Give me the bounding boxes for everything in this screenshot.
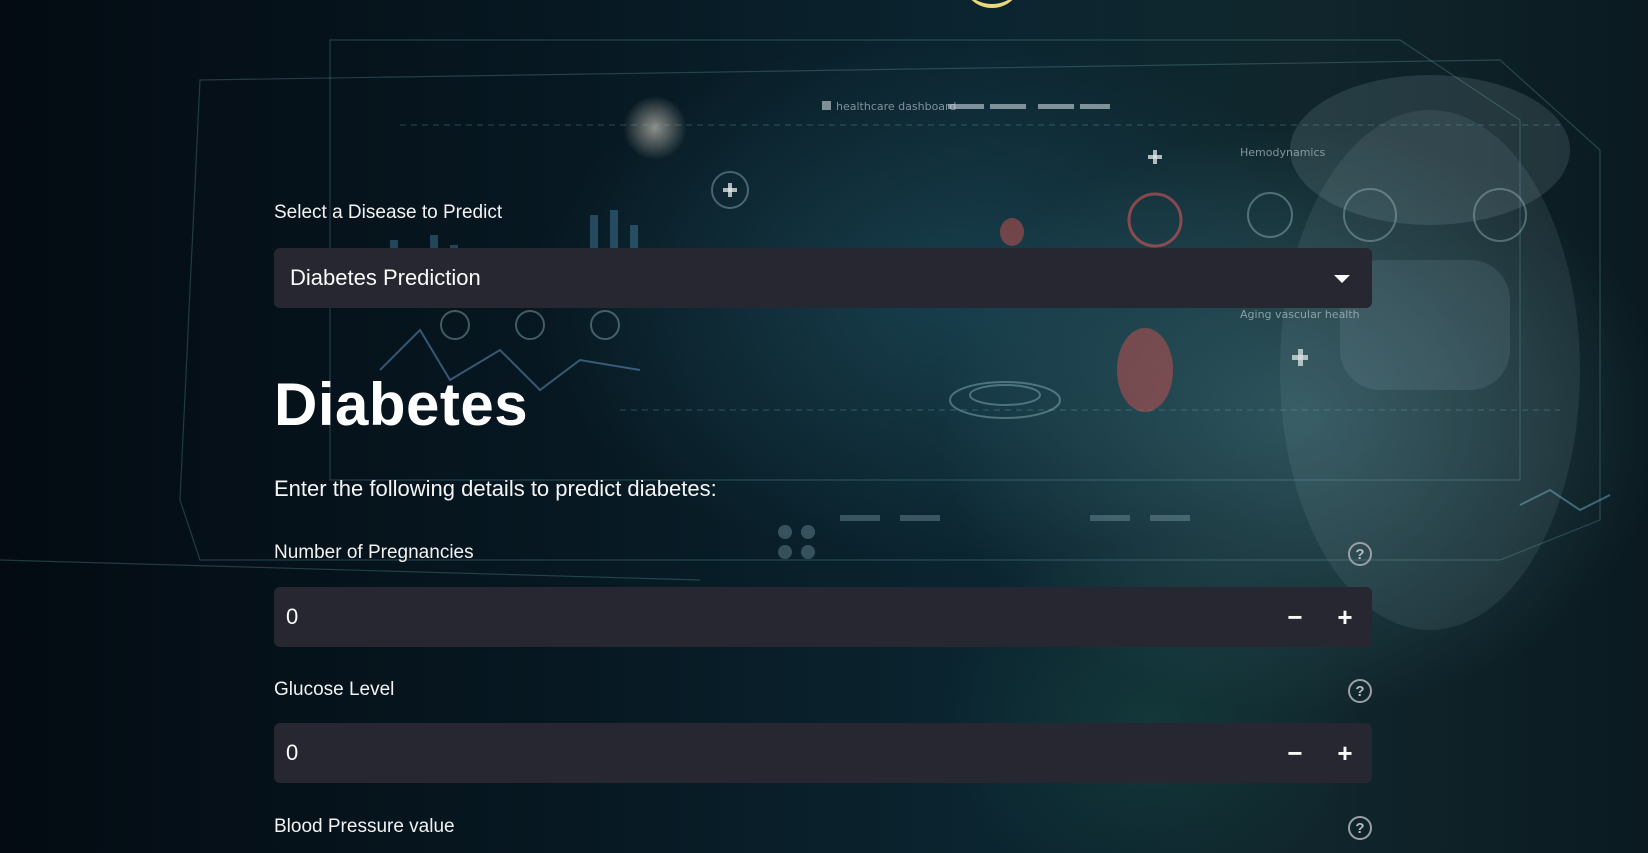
glucose-label: Glucose Level bbox=[274, 679, 395, 700]
pregnancies-label: Number of Pregnancies bbox=[274, 542, 474, 563]
chevron-down-icon[interactable] bbox=[1334, 275, 1350, 283]
disease-select-value: Diabetes Prediction bbox=[290, 265, 481, 290]
pregnancies-help-icon[interactable]: ? bbox=[1348, 542, 1372, 566]
page-title: Diabetes bbox=[274, 371, 529, 438]
pregnancies-increment-button[interactable]: + bbox=[1320, 587, 1370, 647]
pregnancies-input[interactable] bbox=[274, 586, 1270, 648]
glucose-decrement-button[interactable]: − bbox=[1270, 723, 1320, 783]
pregnancies-decrement-button[interactable]: − bbox=[1270, 587, 1320, 647]
page-subtitle: Enter the following details to predict d… bbox=[274, 476, 717, 501]
pregnancies-number-input: − + bbox=[274, 586, 1372, 648]
glucose-input[interactable] bbox=[274, 722, 1270, 784]
glucose-increment-button[interactable]: + bbox=[1320, 723, 1370, 783]
svg-text:healthcare dashboard: healthcare dashboard bbox=[836, 100, 956, 113]
disease-select[interactable]: Diabetes Prediction bbox=[274, 248, 1372, 308]
blood-pressure-help-icon[interactable]: ? bbox=[1348, 816, 1372, 840]
blood-pressure-label: Blood Pressure value bbox=[274, 816, 455, 837]
glucose-number-input: − + bbox=[274, 722, 1372, 784]
disease-select-label: Select a Disease to Predict bbox=[274, 202, 503, 223]
glucose-help-icon[interactable]: ? bbox=[1348, 679, 1372, 703]
